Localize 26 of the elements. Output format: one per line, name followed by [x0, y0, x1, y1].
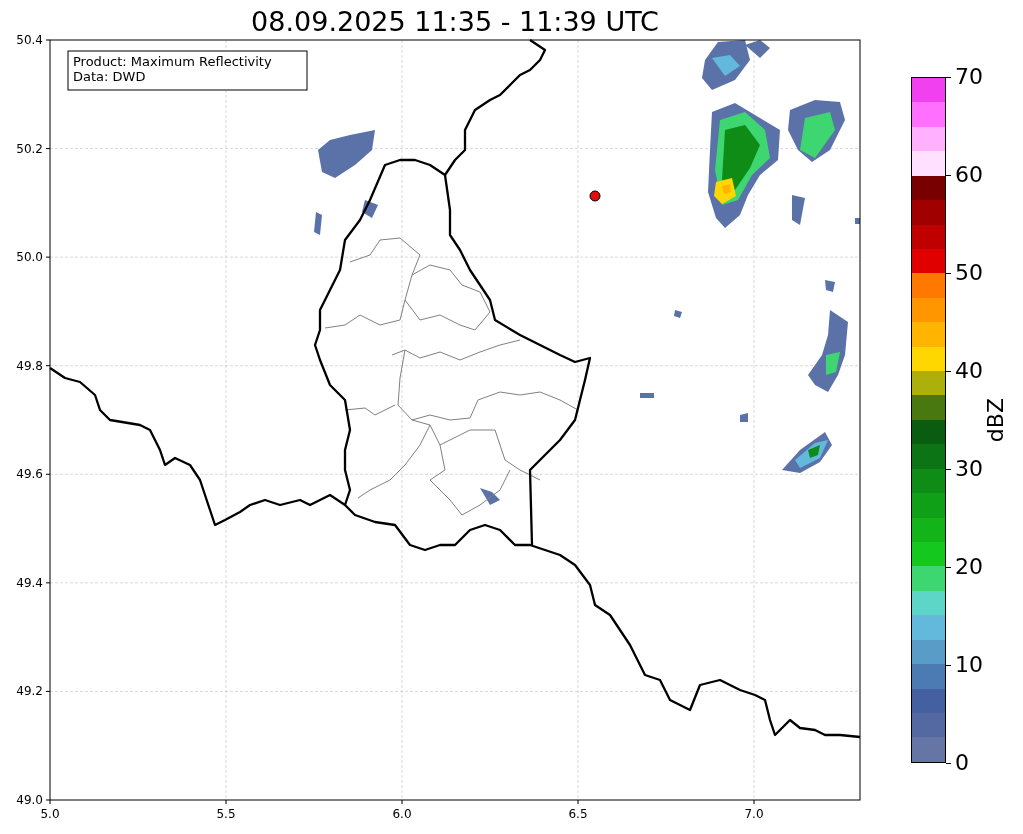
y-tick-label: 49.8 — [16, 358, 43, 373]
y-tick-label: 50.0 — [16, 250, 43, 265]
chart-title: 08.09.2025 11:35 - 11:39 UTC — [251, 6, 659, 37]
location-marker — [589, 190, 601, 202]
y-tick-label: 50.4 — [16, 33, 43, 47]
legend-text: Data: DWD — [73, 69, 146, 84]
y-tick-label: 49.2 — [16, 684, 43, 699]
y-tick-label: 49.6 — [16, 467, 43, 482]
colorbar-tick-label: 70 — [955, 65, 983, 89]
x-tick-label: 7.0 — [744, 807, 764, 821]
legend-text: Product: Maximum Reflectivity — [73, 54, 272, 69]
x-tick-label: 5.5 — [216, 807, 236, 821]
x-tick-label: 6.0 — [392, 807, 412, 821]
y-tick-label: 49.0 — [16, 793, 43, 807]
y-tick-label: 50.2 — [16, 141, 43, 156]
colorbar-tick-label: 30 — [955, 457, 983, 481]
y-tick-label: 49.4 — [16, 575, 43, 590]
colorbar-tick-label: 50 — [955, 261, 983, 285]
x-tick-label: 5.0 — [40, 807, 60, 821]
x-tick-label: 6.5 — [568, 807, 588, 821]
colorbar-tick-label: 20 — [955, 555, 983, 579]
colorbar-tick-label: 10 — [955, 653, 983, 677]
colorbar-tick-label: 60 — [955, 163, 983, 187]
colorbar-label: dBZ — [985, 397, 1007, 443]
colorbar-tick-label: 40 — [955, 359, 983, 383]
colorbar-tick-label: 0 — [955, 751, 969, 775]
